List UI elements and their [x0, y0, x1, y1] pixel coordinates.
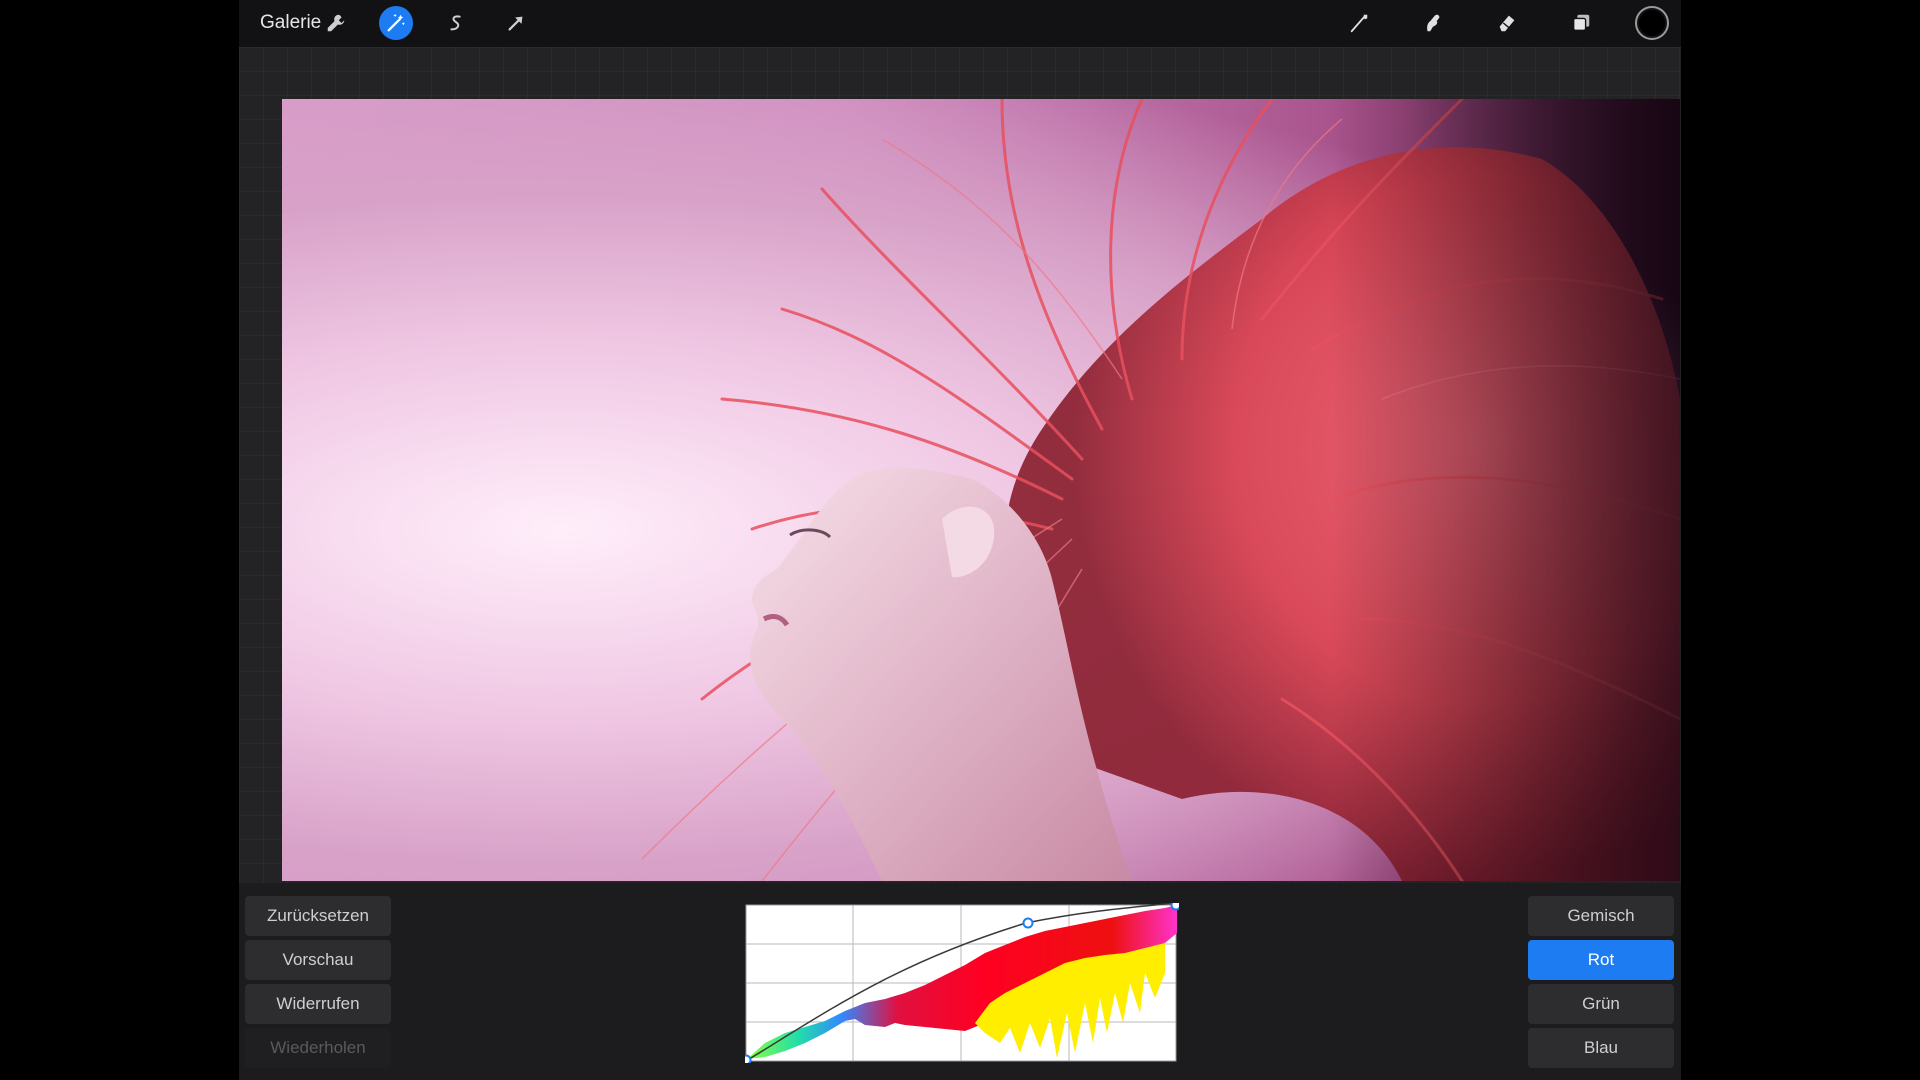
selection-icon[interactable]	[439, 6, 473, 40]
smudge-icon[interactable]	[1416, 6, 1450, 40]
color-swatch-icon[interactable]	[1635, 6, 1669, 40]
top-toolbar: Galerie	[239, 0, 1681, 47]
curve-point-start	[740, 1054, 752, 1066]
preview-button[interactable]: Vorschau	[245, 940, 391, 980]
gallery-button[interactable]: Galerie	[260, 12, 321, 34]
curve-point-end	[1170, 899, 1182, 911]
transform-arrow-icon[interactable]	[499, 6, 533, 40]
reset-button[interactable]: Zurücksetzen	[245, 896, 391, 936]
magic-wand-icon[interactable]	[379, 6, 413, 40]
channel-gemisch-button[interactable]: Gemisch	[1528, 896, 1674, 936]
current-color-dot	[1639, 10, 1665, 36]
eraser-icon[interactable]	[1490, 6, 1524, 40]
curve-point-mid	[1022, 917, 1034, 929]
undo-button[interactable]: Widerrufen	[245, 984, 391, 1024]
brush-icon[interactable]	[1342, 6, 1376, 40]
wrench-icon[interactable]	[319, 6, 353, 40]
channel-rot-button[interactable]: Rot	[1528, 940, 1674, 980]
curve-editor[interactable]	[740, 899, 1182, 1066]
canvas-artwork[interactable]	[282, 99, 1680, 881]
canvas-workspace	[239, 47, 1681, 883]
channel-blau-button[interactable]: Blau	[1528, 1028, 1674, 1068]
redo-button[interactable]: Wiederholen	[245, 1028, 391, 1068]
hair-portrait-photo	[282, 99, 1680, 881]
curve-graph[interactable]	[740, 899, 1182, 1066]
curves-panel: Zurücksetzen Vorschau Widerrufen Wiederh…	[239, 883, 1681, 1080]
procreate-app: Galerie Zurücksetzen Vorschau Widerrufen…	[239, 0, 1681, 1080]
layers-icon[interactable]	[1564, 6, 1598, 40]
channel-gruen-button[interactable]: Grün	[1528, 984, 1674, 1024]
